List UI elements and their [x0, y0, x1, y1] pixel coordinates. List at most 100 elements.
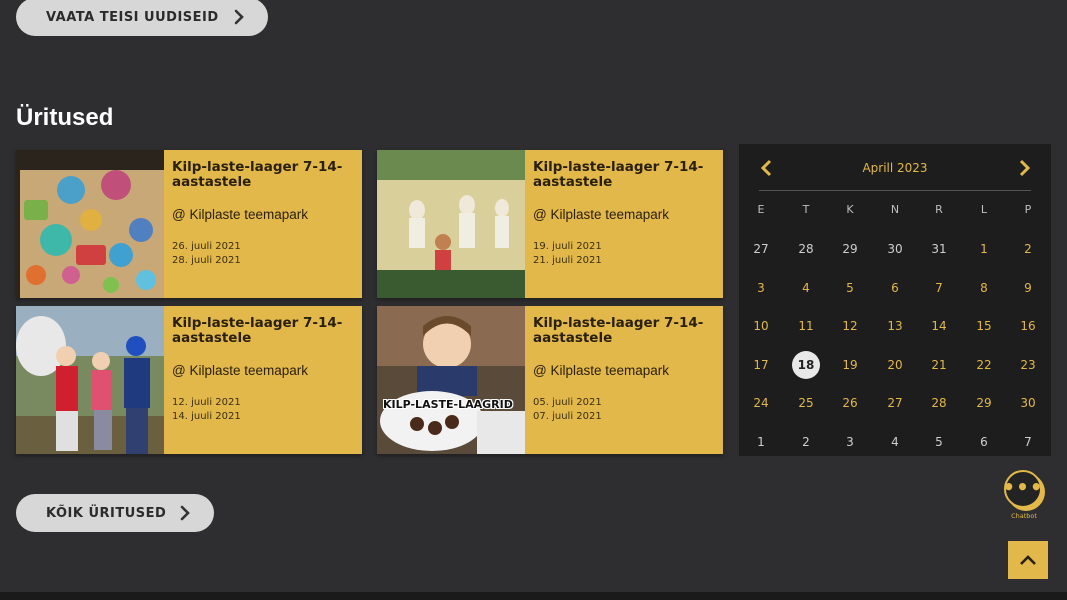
- event-card[interactable]: Kilp-laste-laager 7-14-aastastele @ Kilp…: [377, 150, 723, 298]
- event-title[interactable]: Kilp-laste-laager 7-14-aastastele: [172, 160, 354, 190]
- chevron-right-icon: [180, 505, 190, 521]
- calendar-day[interactable]: 28: [924, 388, 954, 418]
- calendar-day[interactable]: 1: [969, 234, 999, 264]
- photo-caption: KILP-LASTE-LAAGRID: [383, 398, 513, 411]
- calendar-day-today[interactable]: 18: [792, 350, 820, 379]
- calendar-day[interactable]: 11: [791, 311, 821, 341]
- event-location: @ Kilplaste teemapark: [533, 207, 670, 222]
- event-date-start: 05. juuli 2021: [533, 397, 602, 408]
- event-dates: 12. juuli 2021 14. juuli 2021: [172, 396, 354, 424]
- calendar-day[interactable]: 4: [880, 427, 910, 457]
- calendar-day[interactable]: 31: [924, 234, 954, 264]
- weekday-header: R: [935, 203, 943, 216]
- calendar-day[interactable]: 5: [835, 273, 865, 303]
- event-location: @ Kilplaste teemapark: [172, 207, 309, 222]
- event-dates: 05. juuli 2021 07. juuli 2021: [533, 396, 715, 424]
- calendar-day[interactable]: 20: [880, 350, 910, 380]
- event-title[interactable]: Kilp-laste-laager 7-14-aastastele: [533, 160, 715, 190]
- calendar-day[interactable]: 3: [746, 273, 776, 303]
- event-info: Kilp-laste-laager 7-14-aastastele @ Kilp…: [164, 306, 362, 454]
- calendar-day[interactable]: 4: [791, 273, 821, 303]
- calendar-day[interactable]: 2: [791, 427, 821, 457]
- calendar-day[interactable]: 10: [746, 311, 776, 341]
- event-dates: 19. juuli 2021 21. juuli 2021: [533, 240, 715, 268]
- calendar-day[interactable]: 12: [835, 311, 865, 341]
- calendar-day[interactable]: 26: [835, 388, 865, 418]
- weekday-header: E: [757, 203, 765, 216]
- calendar-day[interactable]: 23: [1013, 350, 1043, 380]
- calendar-day[interactable]: 7: [1013, 427, 1043, 457]
- calendar-day[interactable]: 3: [835, 427, 865, 457]
- calendar-day[interactable]: 27: [746, 234, 776, 264]
- calendar-day[interactable]: 5: [924, 427, 954, 457]
- chatbot-icon: •••: [1002, 470, 1043, 508]
- event-date-end: 28. juuli 2021: [172, 255, 241, 266]
- weekday-header: P: [1024, 203, 1032, 216]
- event-info: Kilp-laste-laager 7-14-aastastele @ Kilp…: [525, 306, 723, 454]
- calendar-divider: [759, 190, 1031, 191]
- calendar-day[interactable]: 24: [746, 388, 776, 418]
- calendar-day[interactable]: 30: [880, 234, 910, 264]
- event-location: @ Kilplaste teemapark: [533, 363, 670, 378]
- weekday-header: L: [980, 203, 988, 216]
- calendar-day[interactable]: 19: [835, 350, 865, 380]
- event-title[interactable]: Kilp-laste-laager 7-14-aastastele: [172, 316, 354, 346]
- calendar-day[interactable]: 17: [746, 350, 776, 380]
- event-photo: KILP-LASTE-LAAGRID: [377, 306, 525, 454]
- event-date-start: 19. juuli 2021: [533, 241, 602, 252]
- calendar-day[interactable]: 27: [880, 388, 910, 418]
- calendar-day[interactable]: 30: [1013, 388, 1043, 418]
- calendar-month: Aprill 2023: [862, 161, 928, 175]
- all-events-button[interactable]: KÕIK ÜRITUSED: [16, 494, 214, 532]
- event-date-end: 21. juuli 2021: [533, 255, 602, 266]
- weekday-header: T: [802, 203, 810, 216]
- chevron-right-icon: [234, 9, 244, 25]
- event-title[interactable]: Kilp-laste-laager 7-14-aastastele: [533, 316, 715, 346]
- event-location: @ Kilplaste teemapark: [172, 363, 309, 378]
- weekday-header: N: [890, 203, 900, 216]
- calendar-day[interactable]: 1: [746, 427, 776, 457]
- event-date-end: 14. juuli 2021: [172, 411, 241, 422]
- calendar-day[interactable]: 2: [1013, 234, 1043, 264]
- more-news-button[interactable]: VAATA TEISI UUDISEID: [16, 0, 268, 36]
- event-info: Kilp-laste-laager 7-14-aastastele @ Kilp…: [525, 150, 723, 298]
- calendar-day[interactable]: 22: [969, 350, 999, 380]
- calendar-day[interactable]: 6: [880, 273, 910, 303]
- all-events-label: KÕIK ÜRITUSED: [46, 505, 167, 521]
- calendar-day[interactable]: 6: [969, 427, 999, 457]
- calendar-day[interactable]: 14: [924, 311, 954, 341]
- chevron-up-icon: [1020, 555, 1036, 565]
- calendar-day[interactable]: 9: [1013, 273, 1043, 303]
- calendar-day[interactable]: 16: [1013, 311, 1043, 341]
- more-news-label: VAATA TEISI UUDISEID: [46, 9, 219, 25]
- event-card[interactable]: Kilp-laste-laager 7-14-aastastele @ Kilp…: [16, 150, 362, 298]
- calendar-day[interactable]: 13: [880, 311, 910, 341]
- event-date-end: 07. juuli 2021: [533, 411, 602, 422]
- chatbot-label: Chatbot: [1011, 512, 1037, 520]
- calendar-day[interactable]: 29: [969, 388, 999, 418]
- calendar-day[interactable]: 28: [791, 234, 821, 264]
- calendar-day[interactable]: 7: [924, 273, 954, 303]
- calendar-day[interactable]: 8: [969, 273, 999, 303]
- event-photo: [16, 306, 164, 454]
- calendar-header: Aprill 2023: [739, 144, 1051, 190]
- next-month-icon[interactable]: [1016, 158, 1034, 178]
- event-card[interactable]: Kilp-laste-laager 7-14-aastastele @ Kilp…: [16, 306, 362, 454]
- events-calendar: Aprill 2023 E T K N R L P 27 28 29 30 31 1 2 3 4 5 6 7 8 9 10…: [739, 144, 1051, 456]
- footer-image-strip: [0, 592, 1067, 600]
- calendar-day[interactable]: 29: [835, 234, 865, 264]
- back-to-top-button[interactable]: [1008, 541, 1048, 579]
- calendar-day[interactable]: 21: [924, 350, 954, 380]
- event-date-start: 26. juuli 2021: [172, 241, 241, 252]
- event-photo: [377, 150, 525, 298]
- event-info: Kilp-laste-laager 7-14-aastastele @ Kilp…: [164, 150, 362, 298]
- event-dates: 26. juuli 2021 28. juuli 2021: [172, 240, 354, 268]
- weekday-header: K: [846, 203, 854, 216]
- calendar-day[interactable]: 15: [969, 311, 999, 341]
- event-date-start: 12. juuli 2021: [172, 397, 241, 408]
- event-card[interactable]: KILP-LASTE-LAAGRID Kilp-laste-laager 7-1…: [377, 306, 723, 454]
- calendar-day[interactable]: 25: [791, 388, 821, 418]
- events-section-title: Üritused: [16, 104, 114, 131]
- chatbot-button[interactable]: ••• Chatbot: [1002, 470, 1044, 524]
- event-photo: [16, 150, 164, 298]
